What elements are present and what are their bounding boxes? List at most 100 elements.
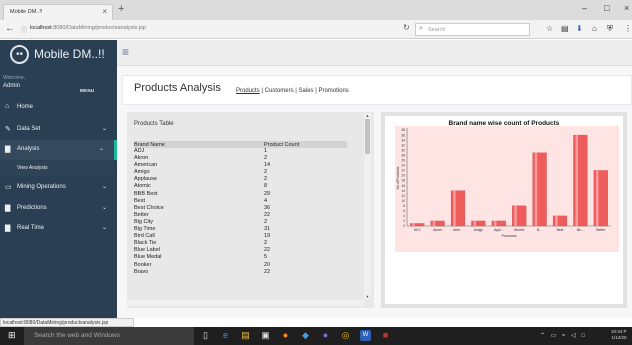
home-browser-icon[interactable]: ⌂ <box>592 24 597 33</box>
url-host: localhost <box>30 25 52 31</box>
y-tick-label: 28 <box>401 153 405 157</box>
firefox-icon[interactable]: ● <box>280 330 291 341</box>
x-tick-label: Atomic <box>514 228 525 232</box>
reading-list-icon[interactable]: ▤ <box>561 24 569 33</box>
main-content: ≡ Products Analysis Products | Customers… <box>117 40 632 318</box>
windows-start-icon[interactable]: ⊞ <box>8 330 16 341</box>
cell-brand: Atomic <box>134 183 151 190</box>
table-row: Best Choice 36 <box>134 205 347 212</box>
sidebar-item-label: Data Set <box>17 126 41 132</box>
sidebar-item-data-set[interactable]: ✎ Data Set ⌄ <box>0 120 117 140</box>
cell-brand: American <box>134 162 158 169</box>
address-bar[interactable]: localhost:8080/DataMining/productsanalys… <box>30 25 146 31</box>
word-icon[interactable]: W <box>360 330 371 341</box>
scroll-down-icon[interactable]: ▼ <box>364 294 371 299</box>
table-row: Bravo 22 <box>134 269 347 276</box>
sidebar-item-mining-operations[interactable]: ▭ Mining Operations ⌄ <box>0 178 117 198</box>
new-tab-button[interactable]: + <box>118 3 124 15</box>
cell-brand: Best Choice <box>134 204 164 211</box>
bar-5 <box>512 205 527 227</box>
table-vertical-scrollbar[interactable]: ▲ ▼ <box>364 113 371 299</box>
edge-browser-icon[interactable]: e <box>220 330 231 341</box>
cell-count: 2 <box>264 155 268 162</box>
sidebar-item-home[interactable]: ⌂ Home <box>0 98 117 118</box>
system-tray[interactable]: ⌃ ▭ ≈ ◁ □ <box>540 332 587 339</box>
x-tick-label: Better <box>596 228 606 232</box>
clock[interactable]: 10:34 P 1/12/20 <box>611 329 627 341</box>
menu-heading: MENU <box>80 88 95 93</box>
link-promotions[interactable]: Promotions <box>318 88 348 94</box>
y-tick-label: 16 <box>401 184 405 188</box>
search-placeholder: Search <box>428 27 446 33</box>
link-sales[interactable]: Sales <box>299 88 314 94</box>
app-icon[interactable]: ■ <box>380 330 391 341</box>
table-row: Best 4 <box>134 198 347 205</box>
cell-count: 5 <box>264 254 268 261</box>
app-icon[interactable]: ● <box>320 330 331 341</box>
table-row: Atomic 8 <box>134 183 347 190</box>
table-horizontal-scrollbar[interactable] <box>127 300 364 306</box>
cell-brand: Bird Call <box>134 233 155 240</box>
cell-brand: Blue Medal <box>134 254 162 261</box>
y-axis-label: No.ofProducts <box>396 166 400 189</box>
cell-count: 4 <box>264 197 268 204</box>
sidebar-subitem-label: View Analysis <box>17 165 48 171</box>
cell-count: 29 <box>264 190 271 197</box>
table-row: Amigo 2 <box>134 169 347 176</box>
window-minimize-icon[interactable]: – <box>582 3 587 13</box>
bookmark-star-icon[interactable]: ☆ <box>546 24 553 33</box>
window-close-icon[interactable]: × <box>624 3 629 13</box>
reload-icon[interactable]: ↻ <box>403 23 410 32</box>
tab-close-icon[interactable]: × <box>102 7 107 16</box>
file-explorer-icon[interactable]: ▤ <box>240 330 251 341</box>
link-customers[interactable]: Customers <box>265 88 294 94</box>
x-tick-label: Ame... <box>453 228 463 232</box>
sidebar-item-label: Predictions <box>17 205 47 211</box>
cell-brand: Better <box>134 211 149 218</box>
scroll-up-icon[interactable]: ▲ <box>364 113 371 118</box>
cell-brand: Big City <box>134 218 153 225</box>
scrollbar-thumb[interactable] <box>365 119 370 154</box>
info-icon[interactable]: ⓘ <box>21 25 27 34</box>
products-table-container[interactable]: Products Table Brand Name Product Count … <box>127 112 374 308</box>
sidebar-item-analysis[interactable]: ▇ Analysis ⌄ <box>0 140 117 160</box>
y-tick-label: 0 <box>403 224 405 228</box>
menu-overflow-icon[interactable]: ⋮ <box>624 24 632 33</box>
table-header-row: Brand Name Product Count <box>134 141 347 148</box>
bar-highlight-7 <box>555 215 558 226</box>
chrome-icon[interactable]: ◎ <box>340 330 351 341</box>
sidebar-item-predictions[interactable]: ▇ Predictions ⌄ <box>0 199 117 219</box>
cell-count: 1 <box>264 148 268 154</box>
table-body: ADJ 1 Akron 2 American 14 Amigo 2 Applause 2 Atomi… <box>134 148 347 276</box>
taskbar-search-input[interactable]: Search the web and Windows <box>24 327 194 345</box>
sidebar-item-real-time[interactable]: ▇ Real Time ⌄ <box>0 219 117 239</box>
tab-title: Mobile DM..!! <box>10 9 43 15</box>
welcome-text: Welcome, <box>3 75 26 81</box>
y-tick-label: 22 <box>401 169 405 173</box>
cell-count: 36 <box>264 204 271 211</box>
hamburger-menu-icon[interactable]: ≡ <box>122 45 129 59</box>
task-view-icon[interactable]: ▯ <box>200 330 211 341</box>
shield-icon[interactable]: ⛨ <box>607 24 613 34</box>
bar-7 <box>552 215 568 227</box>
sidebar-item-label: Analysis <box>17 146 40 152</box>
browser-tab[interactable]: Mobile DM..!! × <box>3 4 113 20</box>
y-tick-label: 8 <box>403 204 405 208</box>
link-products[interactable]: Products <box>236 88 260 94</box>
cell-count: 2 <box>264 218 268 225</box>
download-icon[interactable]: ⬇ <box>576 24 583 33</box>
y-tick-label: 24 <box>401 164 405 168</box>
bar-chart-icon: ▇ <box>5 225 11 232</box>
window-maximize-icon[interactable]: □ <box>604 3 609 13</box>
store-icon[interactable]: ▣ <box>260 330 271 341</box>
app-icon[interactable]: ◆ <box>300 330 311 341</box>
table-row: Akron 2 <box>134 155 347 162</box>
y-tick-label: 18 <box>401 179 405 183</box>
table-row: Booker 20 <box>134 262 347 269</box>
browser-search-input[interactable]: ⌕ Search <box>415 23 530 36</box>
sidebar-subitem-view-analysis[interactable]: View Analysis <box>0 161 114 176</box>
y-tick-label: 4 <box>403 214 405 218</box>
back-arrow-icon[interactable]: ← <box>5 23 15 34</box>
x-tick-label: Best <box>557 228 564 232</box>
cell-count: 19 <box>264 233 271 240</box>
